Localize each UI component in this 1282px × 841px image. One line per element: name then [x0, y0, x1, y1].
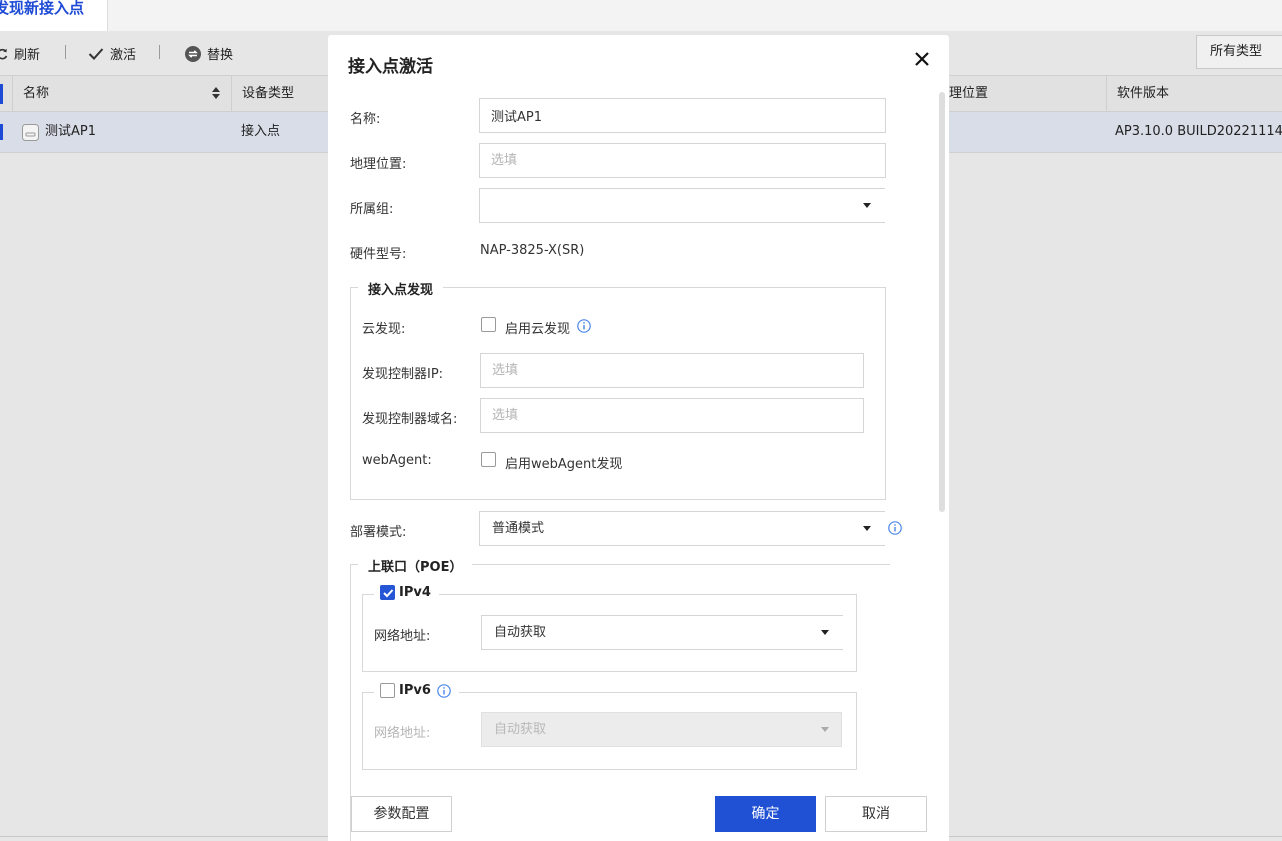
chevron-down-icon — [821, 630, 829, 635]
ok-button[interactable]: 确定 — [715, 796, 816, 832]
column-header-version[interactable]: 软件版本 — [1106, 76, 1282, 111]
location-label: 地理位置: — [350, 157, 407, 172]
cloud-discovery-checkbox[interactable] — [481, 317, 496, 332]
deploy-mode-value: 普通模式 — [492, 521, 545, 536]
group-select[interactable] — [479, 188, 885, 223]
activate-label: 激活 — [110, 48, 137, 63]
close-icon[interactable] — [912, 49, 932, 69]
model-value: NAP-3825-X(SR) — [480, 243, 585, 258]
swap-icon — [185, 45, 201, 62]
chevron-down-icon — [821, 727, 829, 732]
refresh-icon — [0, 48, 8, 59]
ipv6-addr-select: 自动获取 — [481, 712, 842, 747]
cell-name: 测试AP1 — [45, 124, 97, 139]
info-icon[interactable] — [577, 319, 591, 333]
sort-icon[interactable] — [212, 87, 220, 99]
deploy-mode-select[interactable]: 普通模式 — [479, 511, 885, 546]
uplink-legend: 上联口（POE） — [358, 556, 473, 575]
replace-label: 替换 — [207, 48, 234, 63]
ipv4-addr-value: 自动获取 — [494, 625, 547, 640]
replace-button[interactable]: 替换 — [185, 44, 233, 63]
column-header-type[interactable]: 设备类型 — [231, 76, 331, 111]
name-input[interactable] — [479, 98, 886, 133]
controller-ip-label: 发现控制器IP: — [362, 367, 444, 382]
ipv6-addr-label: 网络地址: — [374, 726, 431, 741]
ipv4-addr-select[interactable]: 自动获取 — [481, 615, 843, 650]
info-icon[interactable] — [437, 683, 451, 698]
location-input[interactable] — [479, 143, 886, 178]
select-all-checkbox[interactable] — [0, 84, 3, 104]
divider — [159, 45, 160, 59]
group-label: 所属组: — [350, 202, 394, 217]
webagent-checkbox[interactable] — [481, 452, 496, 467]
ipv6-addr-value: 自动获取 — [494, 722, 547, 737]
cell-type: 接入点 — [241, 124, 281, 139]
tab-discover-new-ap[interactable]: 发现新接入点 — [0, 0, 108, 31]
info-icon[interactable] — [888, 521, 902, 535]
cloud-checkbox-label: 启用云发现 — [505, 322, 571, 337]
refresh-button[interactable]: 刷新 — [0, 44, 40, 63]
webagent-checkbox-label: 启用webAgent发现 — [505, 457, 623, 472]
ipv6-label: IPv6 — [399, 683, 431, 698]
column-header-label: 名称 — [23, 86, 50, 101]
deploy-mode-label: 部署模式: — [350, 525, 407, 540]
ipv6-legend: IPv6 — [374, 683, 459, 698]
ipv4-addr-label: 网络地址: — [374, 629, 431, 644]
ap-device-icon — [22, 124, 39, 141]
column-header-name[interactable]: 名称 — [12, 76, 232, 111]
chevron-down-icon — [863, 203, 871, 208]
ap-activate-dialog: 接入点激活 名称: 地理位置: 所属组: 硬件型号: NAP-3825-X(SR… — [328, 35, 949, 841]
cloud-label: 云发现: — [362, 322, 406, 337]
param-config-button[interactable]: 参数配置 — [351, 796, 452, 832]
activate-button[interactable]: 激活 — [88, 44, 136, 63]
divider — [65, 45, 66, 59]
ipv6-checkbox[interactable] — [380, 683, 395, 698]
webagent-label: webAgent: — [362, 453, 432, 468]
name-label: 名称: — [350, 112, 381, 127]
check-icon — [88, 47, 104, 60]
ipv4-checkbox[interactable] — [380, 585, 395, 600]
cancel-button[interactable]: 取消 — [825, 796, 927, 832]
column-header-location[interactable]: 理位置 — [930, 76, 1107, 111]
chevron-down-icon — [863, 526, 871, 531]
check-icon — [383, 589, 394, 598]
row-checkbox[interactable] — [0, 124, 3, 140]
ipv4-label: IPv4 — [399, 585, 431, 600]
ipv4-legend: IPv4 — [374, 585, 439, 600]
model-label: 硬件型号: — [350, 247, 407, 262]
dialog-title: 接入点激活 — [348, 57, 433, 77]
refresh-label: 刷新 — [14, 48, 41, 63]
tab-bar: 发现新接入点 — [0, 0, 1282, 31]
cell-version: AP3.10.0 BUILD20221114- — [1115, 124, 1282, 139]
dialog-scrollbar[interactable] — [939, 92, 945, 512]
type-filter-button[interactable]: 所有类型 — [1196, 35, 1282, 69]
discovery-legend: 接入点发现 — [358, 279, 444, 298]
controller-domain-label: 发现控制器域名: — [362, 412, 458, 427]
controller-domain-input[interactable] — [480, 398, 864, 433]
controller-ip-input[interactable] — [480, 353, 864, 388]
